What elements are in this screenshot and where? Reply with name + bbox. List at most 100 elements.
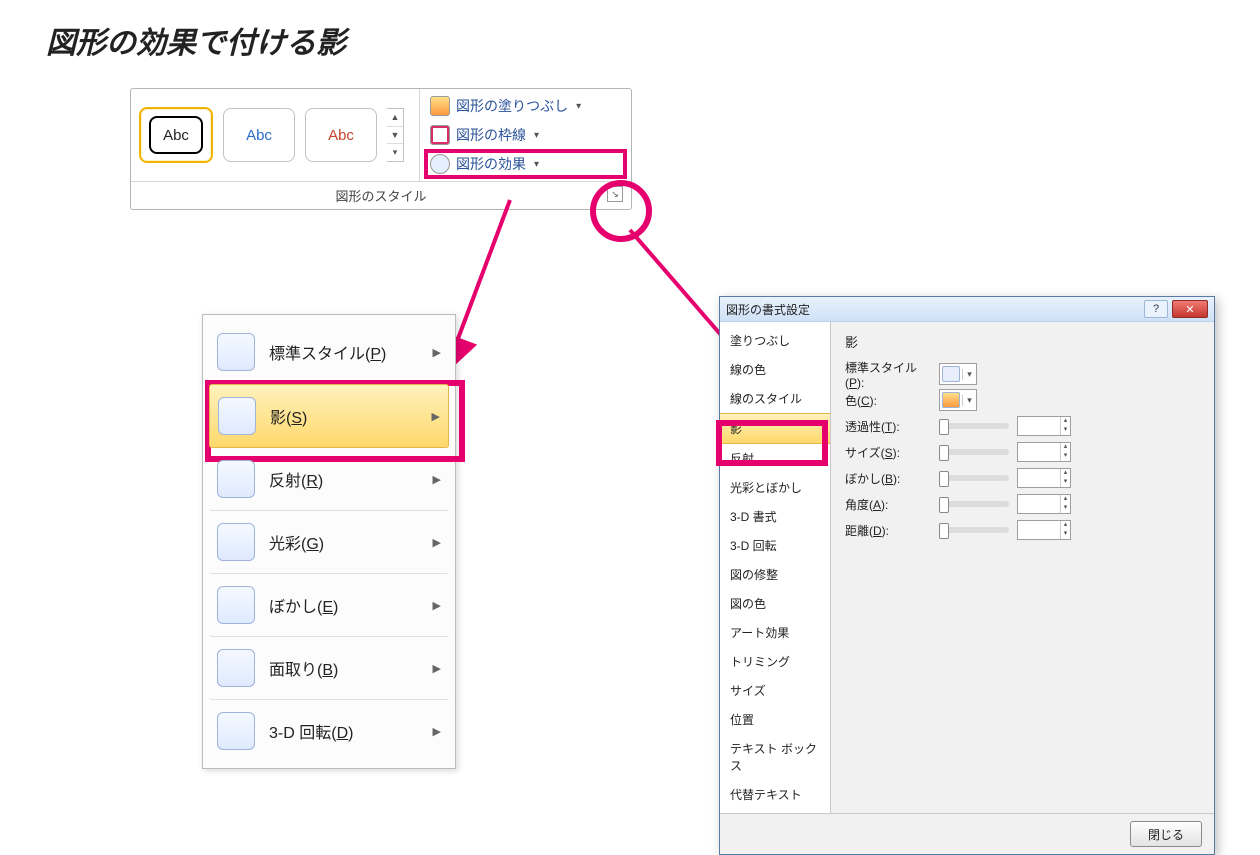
cat-size[interactable]: サイズ (720, 676, 830, 705)
chevron-right-icon: ▶ (433, 536, 441, 549)
cmd-label: 図形の塗りつぶし (456, 96, 568, 116)
chevron-right-icon: ▶ (433, 662, 441, 675)
blur-value[interactable] (1018, 469, 1060, 487)
chevron-down-icon: ▾ (962, 369, 976, 380)
cat-linecolor[interactable]: 線の色 (720, 355, 830, 384)
chevron-right-icon: ▶ (433, 599, 441, 612)
color-dropdown[interactable]: ▾ (939, 389, 977, 411)
chevron-up-icon: ▴ (1061, 469, 1070, 478)
transparency-input[interactable]: ▴▾ (1017, 416, 1071, 436)
cat-piccolor[interactable]: 図の色 (720, 589, 830, 618)
cat-piccorrect[interactable]: 図の修整 (720, 560, 830, 589)
slider-knob[interactable] (939, 471, 949, 487)
preset-dropdown[interactable]: ▾ (939, 363, 977, 385)
cat-fill[interactable]: 塗りつぶし (720, 326, 830, 355)
shape-style-swatch-1[interactable]: Abc (139, 107, 213, 163)
chevron-down-icon: ▼ (387, 127, 403, 145)
cat-artistic[interactable]: アート効果 (720, 618, 830, 647)
chevron-right-icon: ▶ (433, 346, 441, 359)
chevron-down-icon: ▾ (962, 395, 976, 406)
spinner[interactable]: ▴▾ (1060, 417, 1070, 435)
cat-glow[interactable]: 光彩とぼかし (720, 473, 830, 502)
angle-input[interactable]: ▴▾ (1017, 494, 1071, 514)
cat-3drotation[interactable]: 3-D 回転 (720, 531, 830, 560)
angle-slider[interactable] (939, 501, 1009, 507)
menu-item-3drotation[interactable]: 3-D 回転(D)▶ (209, 700, 449, 762)
ribbon-shape-styles-group: Abc Abc Abc ▲▼▾ 図形の塗りつぶし▾ 図形の枠線▾ 図形の効果▾ … (130, 88, 632, 210)
shape-style-gallery[interactable]: Abc Abc Abc ▲▼▾ (131, 89, 420, 181)
chevron-down-icon: ▾ (1061, 504, 1070, 513)
menu-item-label: 影(S) (270, 404, 432, 428)
size-label: サイズ(S): (845, 444, 931, 461)
distance-input[interactable]: ▴▾ (1017, 520, 1071, 540)
shape-style-swatch-3[interactable]: Abc (305, 108, 377, 162)
menu-item-label: 面取り(B) (269, 656, 433, 680)
cat-shadow[interactable]: 影 (720, 413, 830, 444)
menu-item-label: 標準スタイル(P) (269, 340, 433, 364)
shape-outline-button[interactable]: 図形の枠線 ▾ (426, 122, 625, 148)
color-swatch-icon (942, 392, 960, 408)
menu-item-bevel[interactable]: 面取り(B)▶ (209, 637, 449, 700)
cat-linestyle[interactable]: 線のスタイル (720, 384, 830, 413)
menu-item-preset[interactable]: 標準スタイル(P)▶ (209, 321, 449, 384)
slider-knob[interactable] (939, 523, 949, 539)
menu-item-reflection[interactable]: 反射(R)▶ (209, 448, 449, 511)
shape-style-swatch-2[interactable]: Abc (223, 108, 295, 162)
chevron-up-icon: ▴ (1061, 443, 1070, 452)
chevron-down-icon: ▾ (1061, 426, 1070, 435)
distance-value[interactable] (1018, 521, 1060, 539)
chevron-right-icon: ▶ (433, 473, 441, 486)
transparency-value[interactable] (1018, 417, 1060, 435)
shape-effects-button[interactable]: 図形の効果▾ (426, 151, 625, 177)
dialog-footer: 閉じる (720, 813, 1214, 854)
help-button[interactable]: ? (1144, 300, 1168, 318)
dialog-title: 図形の書式設定 (726, 301, 1140, 318)
cat-position[interactable]: 位置 (720, 705, 830, 734)
chevron-down-icon: ▾ (534, 159, 539, 170)
effects-icon (430, 154, 450, 174)
shape-fill-button[interactable]: 図形の塗りつぶし▾ (426, 93, 625, 119)
blur-slider[interactable] (939, 475, 1009, 481)
menu-item-shadow[interactable]: 影(S)▶ (209, 384, 449, 448)
transparency-slider[interactable] (939, 423, 1009, 429)
slider-knob[interactable] (939, 419, 949, 435)
spinner[interactable]: ▴▾ (1060, 495, 1070, 513)
menu-item-glow[interactable]: 光彩(G)▶ (209, 511, 449, 574)
dialog-titlebar[interactable]: 図形の書式設定 ? ✕ (720, 297, 1214, 322)
menu-item-label: 3-D 回転(D) (269, 719, 433, 743)
close-button[interactable]: ✕ (1172, 300, 1208, 318)
chevron-up-icon: ▴ (1061, 521, 1070, 530)
distance-slider[interactable] (939, 527, 1009, 533)
cat-alttext[interactable]: 代替テキスト (720, 780, 830, 809)
cat-3dformat[interactable]: 3-D 書式 (720, 502, 830, 531)
slider-knob[interactable] (939, 445, 949, 461)
size-value[interactable] (1018, 443, 1060, 461)
angle-value[interactable] (1018, 495, 1060, 513)
chevron-up-icon: ▲ (387, 109, 403, 127)
chevron-down-icon: ▾ (534, 130, 539, 141)
menu-item-softedge[interactable]: ぼかし(E)▶ (209, 574, 449, 637)
blur-input[interactable]: ▴▾ (1017, 468, 1071, 488)
cat-reflection[interactable]: 反射 (720, 444, 830, 473)
chevron-right-icon: ▶ (433, 725, 441, 738)
outline-icon (430, 125, 450, 145)
chevron-down-icon: ▾ (387, 144, 403, 161)
cat-textbox[interactable]: テキスト ボックス (720, 734, 830, 780)
menu-item-label: 光彩(G) (269, 530, 433, 554)
spinner[interactable]: ▴▾ (1060, 521, 1070, 539)
close-dialog-button[interactable]: 閉じる (1130, 821, 1202, 847)
arrow-to-menu (440, 200, 560, 380)
blur-label: ぼかし(B): (845, 470, 931, 487)
transparency-label: 透過性(T): (845, 418, 931, 435)
cat-crop[interactable]: トリミング (720, 647, 830, 676)
spinner[interactable]: ▴▾ (1060, 443, 1070, 461)
size-slider[interactable] (939, 449, 1009, 455)
spinner[interactable]: ▴▾ (1060, 469, 1070, 487)
chevron-up-icon: ▴ (1061, 495, 1070, 504)
size-input[interactable]: ▴▾ (1017, 442, 1071, 462)
chevron-down-icon: ▾ (1061, 478, 1070, 487)
preset-label: 標準スタイル(P): (845, 359, 931, 390)
slider-knob[interactable] (939, 497, 949, 513)
cmd-label: 図形の枠線 (456, 125, 526, 145)
gallery-more-button[interactable]: ▲▼▾ (387, 108, 404, 162)
